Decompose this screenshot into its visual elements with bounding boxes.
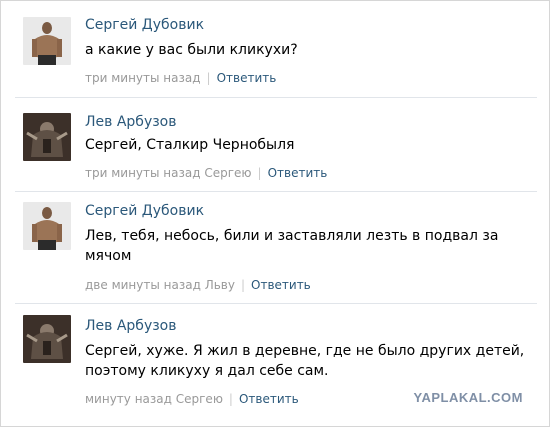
divider — [15, 303, 537, 304]
comment-meta: три минуты назад Сергею | Ответить — [85, 166, 328, 180]
comment-thread: Сергей Дубовик а какие у вас были кликух… — [0, 0, 550, 427]
comment-author[interactable]: Сергей Дубовик — [85, 203, 204, 219]
site-watermark: YAPLAKAL.COM — [413, 390, 523, 405]
comment-text: Сергей, Сталкир Чернобыля — [85, 137, 295, 153]
armored-figure-avatar-icon[interactable] — [23, 113, 71, 161]
comment-text: Лев, тебя, небось, били и заставляли лез… — [85, 228, 499, 264]
comment-time[interactable]: три минуты назад Сергею — [85, 166, 252, 180]
comment-time[interactable]: минуту назад Сергею — [85, 392, 223, 406]
comment-meta: минуту назад Сергею | Ответить — [85, 392, 299, 406]
comment-time[interactable]: две минуты назад Льву — [85, 278, 235, 292]
man-back-avatar-icon[interactable] — [23, 17, 71, 65]
comment-author[interactable]: Сергей Дубовик — [85, 17, 204, 33]
comment-author[interactable]: Лев Арбузов — [85, 114, 177, 130]
comment-time[interactable]: три минуты назад — [85, 71, 201, 85]
armored-figure-avatar-icon[interactable] — [23, 315, 71, 363]
reply-link[interactable]: Ответить — [268, 166, 328, 180]
divider — [15, 97, 537, 98]
comment-meta: три минуты назад | Ответить — [85, 71, 277, 85]
comment-text: Сергей, хуже. Я жил в деревне, где не бы… — [85, 343, 525, 379]
man-back-avatar-icon[interactable] — [23, 202, 71, 250]
reply-link[interactable]: Ответить — [239, 392, 299, 406]
comment-meta: две минуты назад Льву | Ответить — [85, 278, 311, 292]
reply-link[interactable]: Ответить — [251, 278, 311, 292]
reply-link[interactable]: Ответить — [217, 71, 277, 85]
comment-text: а какие у вас были кликухи? — [85, 42, 298, 58]
comment-author[interactable]: Лев Арбузов — [85, 318, 177, 334]
divider — [15, 191, 537, 192]
